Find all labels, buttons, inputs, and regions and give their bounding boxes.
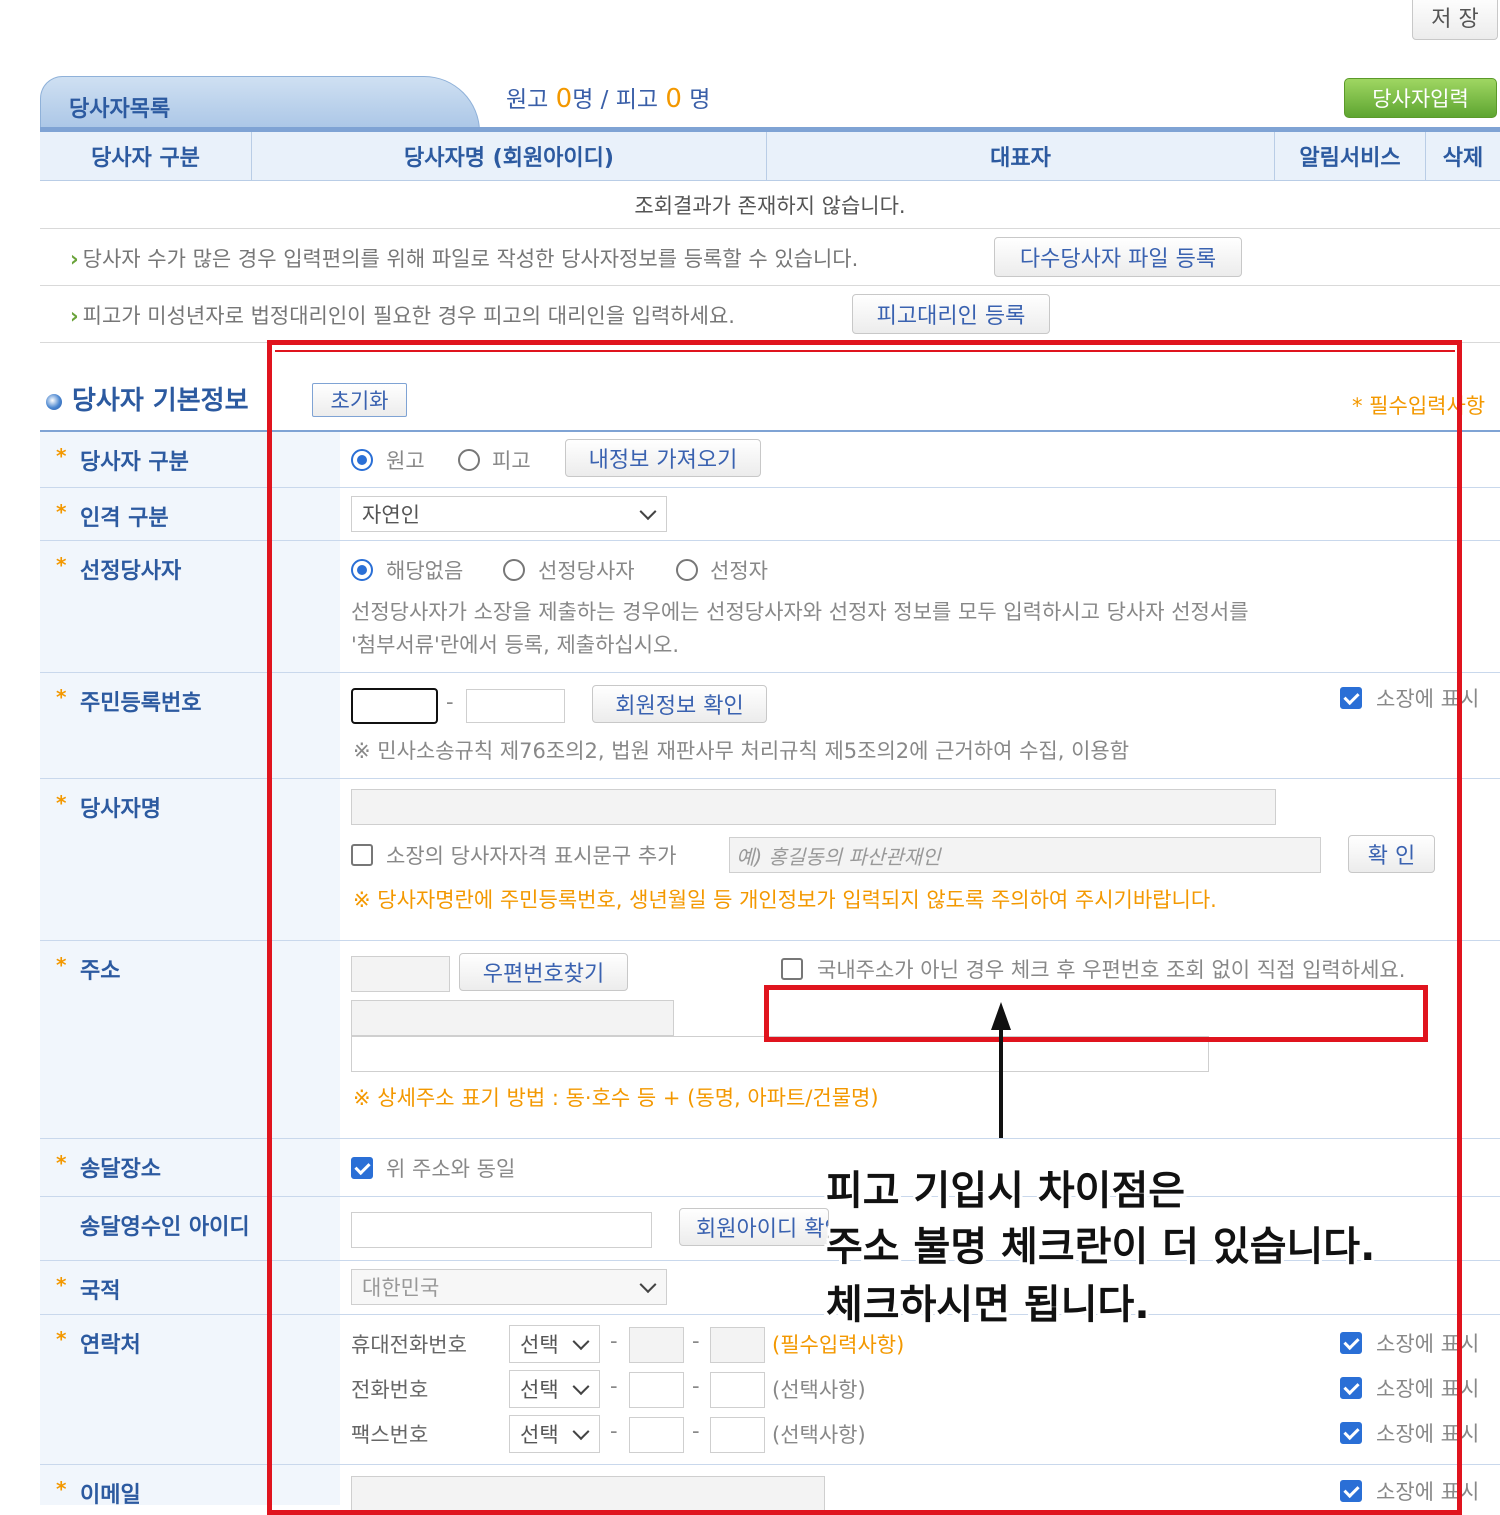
- column-header: 삭제: [1442, 146, 1484, 171]
- save-button[interactable]: 저 장: [1412, 0, 1498, 40]
- column-header: 당사자명 (회원아이디): [252, 132, 767, 180]
- column-header: 대표자: [767, 132, 1275, 180]
- column-header: 당사자 구분: [40, 132, 252, 180]
- plaintiff-unit: 명 / 피고: [572, 87, 666, 113]
- chevron-right-icon: ›: [70, 304, 79, 328]
- highlight-box: [764, 985, 1428, 1042]
- divider: [40, 285, 1500, 286]
- column-header: 알림서비스: [1275, 132, 1426, 180]
- multi-party-file-button[interactable]: 다수당사자 파일 등록: [994, 237, 1242, 277]
- plaintiff-count: 0: [555, 84, 573, 114]
- empty-result-message: 조회결과가 존재하지 않습니다.: [40, 181, 1500, 229]
- chevron-right-icon: ›: [70, 247, 79, 271]
- notice-text: 당사자 수가 많은 경우 입력편의를 위해 파일로 작성한 당사자정보를 등록할…: [82, 247, 859, 271]
- highlight-frame: [267, 340, 1462, 1515]
- defendant-count: 0: [665, 84, 682, 114]
- bullet-icon: [46, 393, 62, 410]
- party-count: 원고 0명 / 피고 0 명: [506, 80, 710, 114]
- party-table-header: 당사자 구분 당사자명 (회원아이디) 대표자 알림서비스 삭제: [40, 132, 1500, 181]
- plaintiff-prefix: 원고: [506, 87, 556, 113]
- annotation-line: 피고 기입시 차이점은: [826, 1168, 1186, 1214]
- notice-multi-party: › 당사자 수가 많은 경우 입력편의를 위해 파일로 작성한 당사자정보를 등록…: [70, 243, 858, 273]
- notice-text: 피고가 미성년자로 법정대리인이 필요한 경우 피고의 대리인을 입력하세요.: [82, 304, 735, 328]
- annotation-line: 체크하시면 됩니다.: [826, 1282, 1150, 1328]
- add-party-button[interactable]: 당사자입력: [1344, 78, 1497, 118]
- highlight-inner-line: [275, 350, 1455, 352]
- annotation-line: 주소 불명 체크란이 더 있습니다.: [826, 1224, 1376, 1270]
- party-list-tab[interactable]: 당사자목록: [40, 76, 480, 132]
- arrow-up-icon: [991, 1002, 1011, 1138]
- defendant-agent-button[interactable]: 피고대리인 등록: [852, 294, 1050, 334]
- notice-defendant-agent: › 피고가 미성년자로 법정대리인이 필요한 경우 피고의 대리인을 입력하세요.: [70, 300, 735, 330]
- basic-info-title: 당사자 기본정보: [46, 380, 249, 417]
- defendant-unit: 명: [681, 87, 711, 113]
- party-list-tab-label: 당사자목록: [69, 97, 171, 122]
